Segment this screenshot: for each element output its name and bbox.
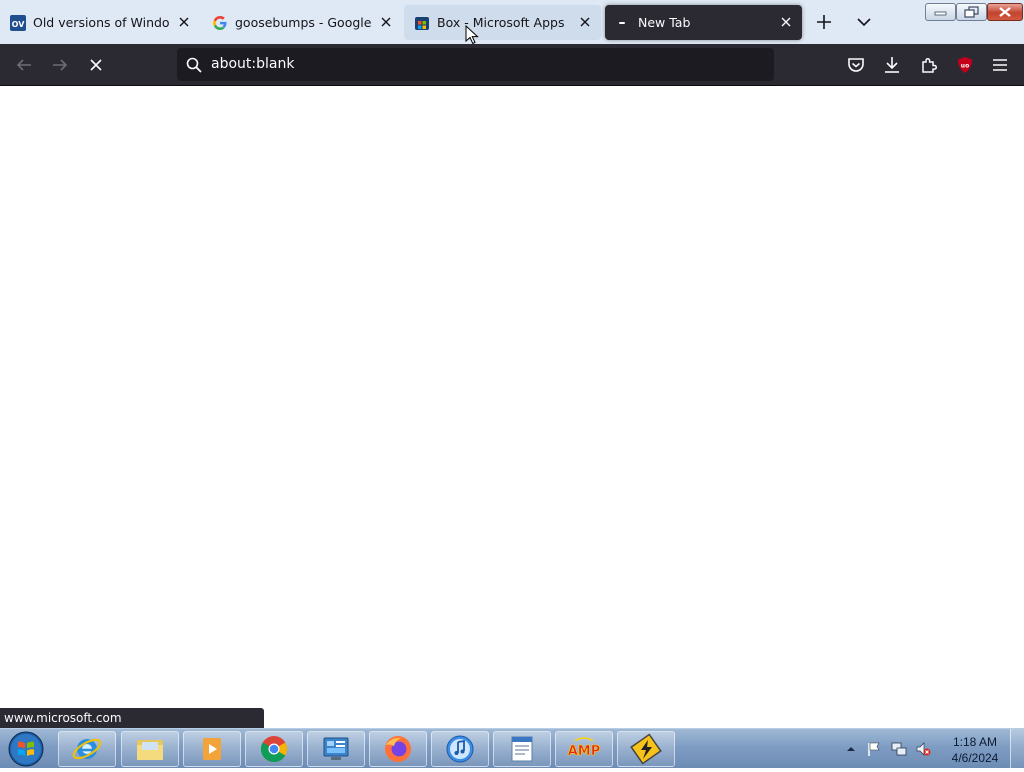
lightning-app-icon — [630, 733, 662, 765]
close-tab-icon[interactable] — [176, 14, 192, 30]
tab-title: Box - Microsoft Apps — [437, 15, 565, 30]
clock-date: 4/6/2024 — [951, 751, 999, 765]
google-favicon — [212, 15, 228, 31]
loading-dot-icon — [615, 15, 631, 31]
pocket-icon[interactable] — [844, 53, 868, 77]
forward-arrow-icon[interactable] — [48, 53, 72, 77]
taskbar-chrome[interactable] — [245, 731, 303, 767]
restore-icon — [964, 6, 979, 18]
close-tab-icon[interactable] — [577, 14, 593, 30]
search-icon — [186, 57, 202, 73]
oldversion-favicon-text: OV — [12, 20, 26, 29]
taskbar-winamp[interactable]: AMP — [555, 731, 613, 767]
stop-loading-icon[interactable] — [84, 53, 108, 77]
wordpad-icon — [511, 736, 533, 762]
windows-taskbar: AMP 1:18 AM 4/6/2024 — [0, 728, 1024, 769]
oldversion-favicon: OV — [10, 14, 26, 31]
tab-title: New Tab — [638, 15, 691, 30]
microsoft-store-favicon — [414, 15, 430, 31]
restore-button[interactable] — [956, 3, 987, 21]
tab-strip: OV Old versions of Windows, Li goosebump… — [0, 0, 1024, 44]
media-player-icon — [203, 738, 221, 760]
list-all-tabs-chevron-icon[interactable] — [850, 8, 878, 36]
show-hidden-icons-arrow-icon[interactable] — [843, 741, 859, 757]
tab-title: goosebumps - Google Search — [235, 15, 371, 30]
page-content — [0, 86, 1024, 729]
clock-time: 1:18 AM — [952, 735, 998, 749]
tab-microsoft-apps[interactable]: Box - Microsoft Apps — [404, 5, 601, 40]
close-window-icon — [999, 7, 1011, 17]
tab-title: Old versions of Windows, Li — [33, 15, 169, 30]
taskbar-unknown-app[interactable] — [617, 731, 675, 767]
svg-text:uo: uo — [961, 63, 969, 70]
network-icon[interactable] — [891, 741, 907, 757]
close-tab-icon[interactable] — [378, 14, 394, 30]
internet-explorer-icon — [72, 738, 102, 760]
minimize-button[interactable] — [925, 3, 956, 21]
file-explorer-icon — [137, 740, 163, 760]
app-menu-hamburger-icon[interactable] — [988, 53, 1012, 77]
show-desktop-button[interactable] — [1010, 729, 1024, 769]
status-url-tooltip: www.microsoft.com — [0, 708, 264, 728]
firefox-icon — [385, 736, 411, 762]
action-center-flag-icon[interactable] — [866, 741, 882, 757]
taskbar-internet-explorer[interactable] — [58, 731, 116, 767]
taskbar-file-explorer[interactable] — [121, 731, 179, 767]
chrome-icon — [260, 736, 288, 763]
downloads-icon[interactable] — [880, 53, 904, 77]
tab-new-tab[interactable]: New Tab — [605, 5, 802, 40]
volume-muted-icon[interactable] — [915, 741, 931, 757]
new-tab-plus-icon[interactable] — [810, 8, 838, 36]
ublock-origin-icon[interactable]: uo — [953, 53, 977, 77]
system-clock[interactable]: 1:18 AM 4/6/2024 — [944, 734, 1006, 766]
taskbar-wordpad[interactable] — [493, 731, 551, 767]
tab-google[interactable]: goosebumps - Google Search — [202, 5, 402, 40]
windows-orb-icon — [8, 731, 44, 767]
itunes-icon — [446, 735, 474, 763]
close-window-button[interactable] — [987, 3, 1023, 21]
close-tab-icon[interactable] — [778, 14, 794, 30]
minimize-icon — [934, 11, 947, 16]
extensions-puzzle-icon[interactable] — [917, 53, 941, 77]
winamp-amp-label: AMP — [568, 744, 601, 759]
taskbar-media-player[interactable] — [183, 731, 241, 767]
back-arrow-icon[interactable] — [12, 53, 36, 77]
control-panel-icon — [323, 737, 349, 760]
mouse-cursor-icon — [465, 25, 479, 45]
tab-oldversion[interactable]: OV Old versions of Windows, Li — [0, 5, 200, 40]
taskbar-control-panel[interactable] — [307, 731, 365, 767]
taskbar-firefox[interactable] — [369, 731, 427, 767]
url-input[interactable]: about:blank — [211, 56, 294, 72]
winamp-icon: AMP — [567, 737, 601, 759]
start-button[interactable] — [6, 730, 46, 768]
taskbar-itunes[interactable] — [431, 731, 489, 767]
